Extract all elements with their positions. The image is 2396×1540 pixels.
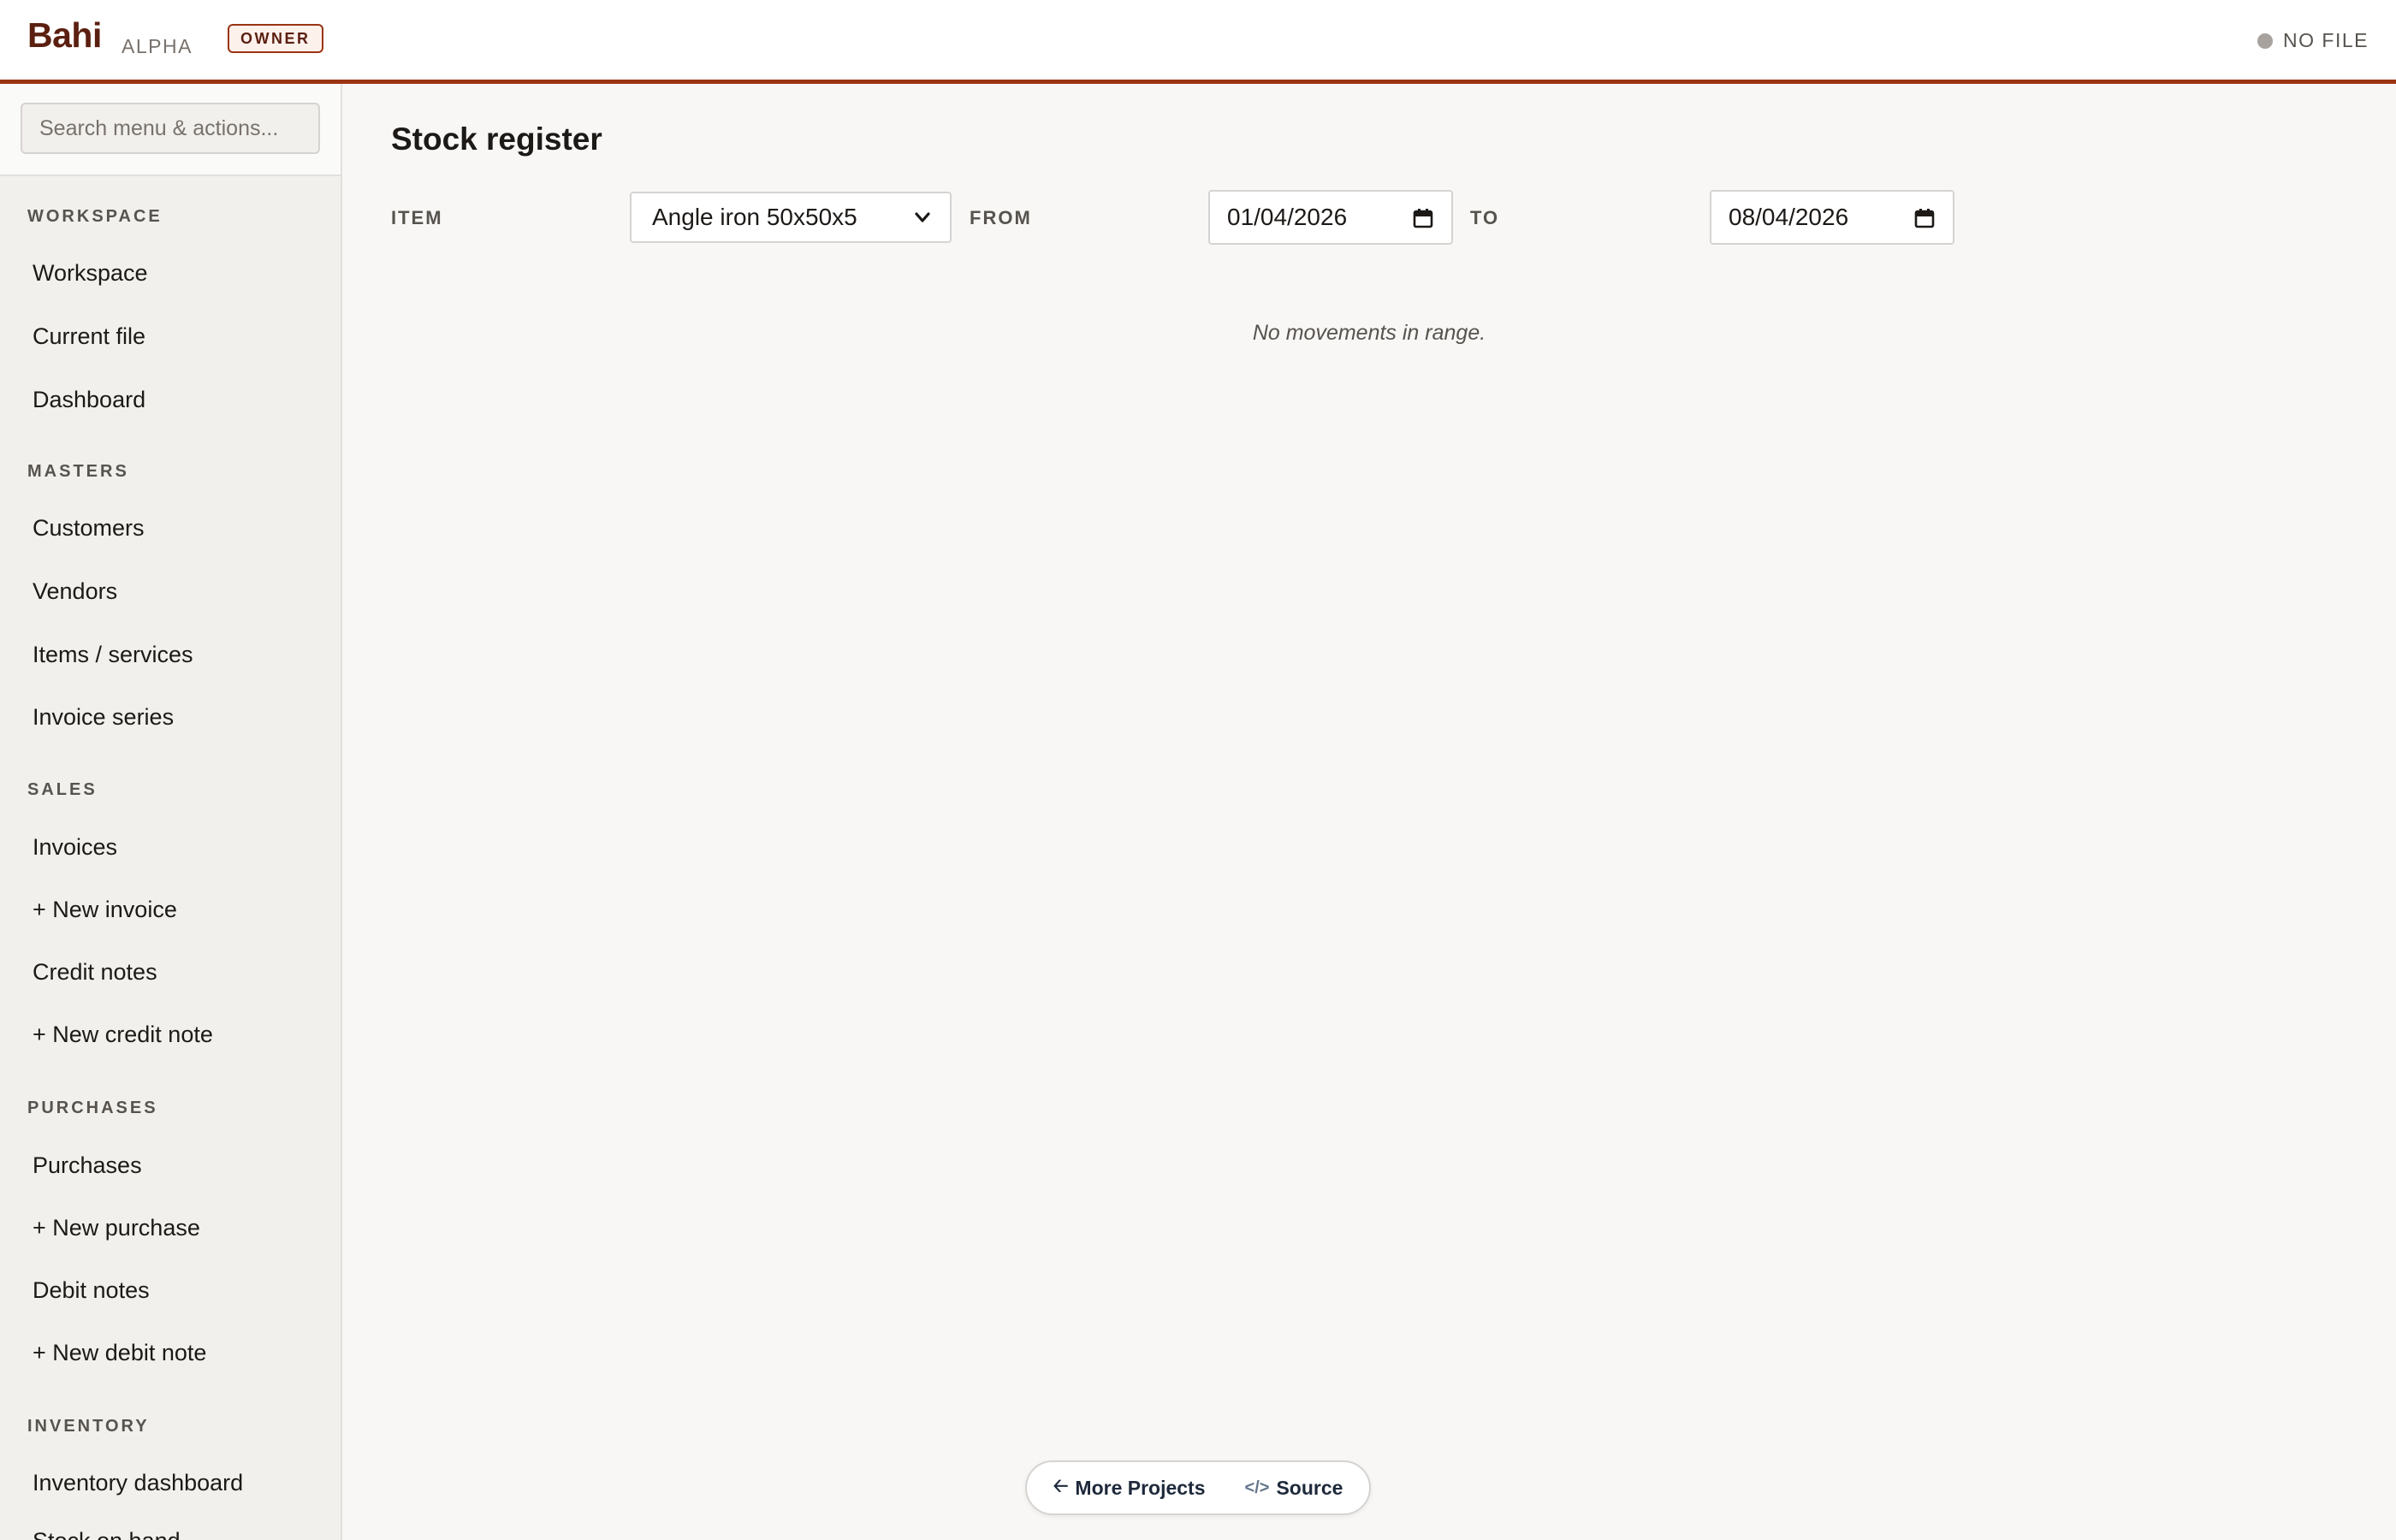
nav-section-masters: MASTERS [27,462,129,481]
source-link[interactable]: </> Source [1245,1477,1343,1500]
sidebar-item-new-purchase[interactable]: + New purchase [33,1215,200,1241]
from-filter-label: FROM [970,207,1032,228]
page-title: Stock register [391,121,602,157]
status-dot-icon [2257,33,2274,49]
item-select[interactable]: Angle iron 50x50x5 [630,192,952,243]
to-date-value: 08/04/2026 [1729,204,1849,230]
file-status: NO FILE [2257,29,2369,52]
sidebar-item-credit-notes[interactable]: Credit notes [33,959,157,986]
code-icon: </> [1244,1478,1270,1497]
from-date-input[interactable]: 01/04/2026 [1208,190,1453,245]
sidebar-item-new-invoice[interactable]: + New invoice [33,897,177,923]
calendar-icon[interactable] [1412,207,1434,229]
sidebar-item-new-debit-note[interactable]: + New debit note [33,1340,206,1366]
to-filter-label: TO [1470,207,1500,228]
role-badge: OWNER [228,24,323,53]
more-projects-link[interactable]: 🡠 More Projects [1053,1472,1206,1504]
nav-section-sales: SALES [27,780,98,799]
sidebar-item-debit-notes[interactable]: Debit notes [33,1277,150,1304]
nav-section-workspace: WORKSPACE [27,207,163,226]
calendar-icon[interactable] [1913,207,1936,229]
sidebar-item-invoices[interactable]: Invoices [33,834,117,861]
sidebar-search-input[interactable] [21,103,320,154]
from-date-value: 01/04/2026 [1227,204,1348,230]
sidebar-item-new-credit-note[interactable]: + New credit note [33,1022,213,1048]
sidebar-item-vendors[interactable]: Vendors [33,578,117,605]
empty-state-message: No movements in range. [1252,321,1486,345]
sidebar-item-customers[interactable]: Customers [33,515,145,542]
more-projects-label: More Projects [1075,1476,1206,1499]
item-select-value: Angle iron 50x50x5 [652,204,857,230]
sidebar-item-invoice-series[interactable]: Invoice series [33,704,174,731]
floating-links-pill: 🡠 More Projects </> Source [1025,1460,1371,1515]
nav-section-purchases: PURCHASES [27,1099,158,1117]
sidebar-item-items-services[interactable]: Items / services [33,642,193,668]
sidebar-item-stock-on-hand[interactable]: Stock on hand [33,1528,181,1540]
app-header: Bahi ALPHA OWNER NO FILE [0,0,2396,84]
nav-section-inventory: INVENTORY [27,1417,150,1436]
app-brand[interactable]: Bahi [27,15,102,56]
chevron-down-icon [915,212,930,222]
sidebar-item-dashboard[interactable]: Dashboard [33,387,145,413]
sidebar-item-workspace[interactable]: Workspace [33,260,148,287]
file-status-label: NO FILE [2283,29,2369,51]
item-filter-label: ITEM [391,207,443,228]
sidebar-item-purchases[interactable]: Purchases [33,1152,142,1179]
source-label: Source [1276,1476,1343,1499]
to-date-input[interactable]: 08/04/2026 [1710,190,1954,245]
stage-label: ALPHA [122,35,193,57]
sidebar-item-inventory-dashboard[interactable]: Inventory dashboard [33,1470,243,1496]
arrow-left-icon: 🡠 [1053,1475,1069,1496]
sidebar-item-current-file[interactable]: Current file [33,323,145,350]
sidebar-search-area [0,84,341,176]
sidebar: WORKSPACE Workspace Current file Dashboa… [0,84,342,1540]
